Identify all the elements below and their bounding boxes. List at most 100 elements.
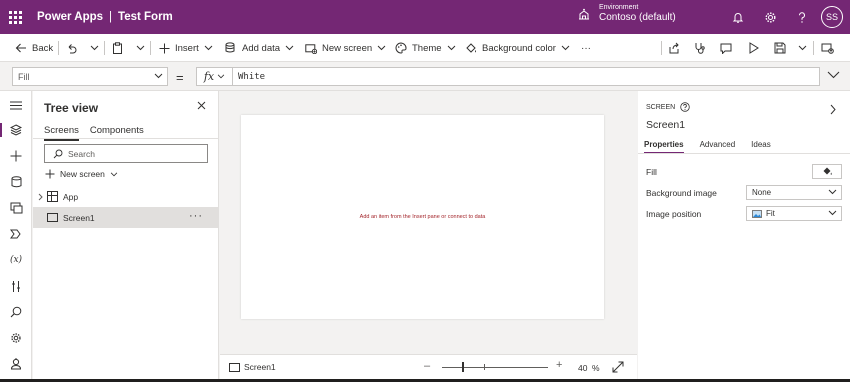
zoom-out-button[interactable]: –: [424, 360, 430, 372]
chevron-down-icon: [217, 74, 225, 79]
new-screen-button[interactable]: New screen: [305, 34, 386, 62]
hamburger-icon: [10, 101, 22, 109]
add-data-button[interactable]: Add data: [225, 34, 294, 62]
image-position-dropdown[interactable]: Fit: [746, 206, 842, 221]
tab-ideas[interactable]: Ideas: [751, 140, 771, 154]
screen-selector[interactable]: Screen1: [229, 362, 276, 372]
insert-rail-button[interactable]: [0, 147, 32, 165]
more-options-button[interactable]: ···: [189, 210, 203, 222]
environment-label: Environment: [599, 4, 639, 11]
tree-view-button[interactable]: [0, 121, 32, 139]
zoom-slider[interactable]: [442, 367, 548, 368]
tab-advanced[interactable]: Advanced: [700, 140, 736, 154]
chevron-down-icon: [110, 172, 118, 176]
paste-button[interactable]: [112, 34, 123, 62]
database-add-icon: [225, 42, 235, 53]
clipboard-icon: [113, 42, 122, 54]
advanced-tools-button[interactable]: [0, 277, 32, 295]
close-tree-view-button[interactable]: [197, 101, 206, 112]
collapse-pane-button[interactable]: [830, 104, 836, 117]
layers-icon: [10, 124, 22, 136]
help-button[interactable]: [794, 9, 810, 25]
chevron-down-icon: [828, 189, 837, 195]
search-icon: [10, 306, 22, 318]
divider: [58, 41, 59, 55]
screen-artboard[interactable]: Add an item from the Insert pane or conn…: [241, 115, 604, 319]
background-color-button[interactable]: Background color: [465, 34, 570, 62]
add-data-label: Add data: [242, 42, 281, 54]
data-button[interactable]: [0, 173, 32, 191]
image-icon: [752, 209, 762, 218]
section-label-text: SCREEN: [646, 103, 676, 111]
power-automate-button[interactable]: [0, 225, 32, 243]
background-color-label: Background color: [482, 42, 556, 54]
formula-editor[interactable]: fx White: [196, 67, 820, 86]
play-icon: [749, 42, 759, 54]
media-button[interactable]: [0, 199, 32, 217]
canvas-area: Add an item from the Insert pane or conn…: [220, 91, 637, 379]
fill-label: Fill: [646, 167, 657, 177]
tree-item-app[interactable]: App: [33, 186, 219, 207]
environment-name: Contoso (default): [599, 12, 676, 24]
search-rail-button[interactable]: [0, 303, 32, 321]
new-screen-tree-label: New screen: [60, 169, 105, 179]
fill-color-picker[interactable]: [812, 164, 842, 179]
divider: [638, 153, 850, 154]
chevron-down-icon: [447, 45, 455, 51]
theme-button[interactable]: Theme: [395, 34, 456, 62]
property-dropdown[interactable]: Fill: [12, 67, 168, 86]
gear-icon: [764, 11, 776, 23]
undo-button[interactable]: [66, 34, 77, 62]
publish-button[interactable]: [821, 34, 834, 62]
notifications-button[interactable]: [730, 9, 746, 25]
divider: [150, 41, 151, 55]
zoom-slider-thumb[interactable]: [462, 362, 464, 372]
environment-picker[interactable]: Environment Contoso (default): [578, 4, 676, 24]
tree-view-panel: Tree view Screens Components Search New …: [33, 91, 219, 379]
app-checker-button[interactable]: [694, 34, 706, 62]
tree-item-screen1[interactable]: Screen1 ···: [33, 207, 219, 228]
app-name: Test Form: [118, 11, 173, 23]
zoom-in-button[interactable]: +: [556, 359, 562, 371]
settings-button[interactable]: [762, 9, 778, 25]
back-button[interactable]: Back: [15, 34, 53, 62]
more-commands-button[interactable]: ···: [581, 34, 591, 62]
comments-button[interactable]: [720, 34, 732, 62]
preview-button[interactable]: [748, 34, 759, 62]
chevron-down-icon: [90, 45, 99, 51]
function-button[interactable]: fx: [197, 68, 233, 85]
paste-dropdown-button[interactable]: [136, 34, 145, 62]
expand-diagonal-icon: [612, 361, 624, 373]
app-launcher-button[interactable]: [0, 10, 30, 24]
command-bar: Back Insert Add data New screen Theme Ba…: [0, 34, 850, 62]
expand-formula-button[interactable]: [827, 71, 840, 81]
settings-rail-button[interactable]: [0, 329, 32, 347]
user-avatar[interactable]: SS: [821, 6, 843, 28]
zoom-value[interactable]: 40: [578, 363, 587, 373]
tree-search-input[interactable]: Search: [44, 144, 208, 163]
variables-button[interactable]: (x): [0, 251, 32, 269]
screen-icon: [47, 213, 58, 222]
chevron-down-icon: [561, 45, 570, 51]
comment-icon: [720, 43, 732, 54]
save-button[interactable]: [774, 34, 786, 62]
virtual-agent-button[interactable]: [0, 355, 32, 373]
tab-properties[interactable]: Properties: [644, 140, 684, 154]
help-icon[interactable]: [680, 102, 690, 112]
fit-to-window-button[interactable]: [612, 361, 624, 375]
menu-button[interactable]: [0, 96, 32, 114]
properties-section-label: SCREEN: [646, 102, 690, 112]
background-image-row: Background image None: [646, 185, 842, 201]
divider: [33, 138, 219, 139]
new-screen-tree-button[interactable]: New screen: [45, 169, 118, 179]
close-icon: [197, 101, 206, 110]
insert-button[interactable]: Insert: [159, 34, 213, 62]
media-icon: [10, 202, 22, 214]
background-image-dropdown[interactable]: None: [746, 185, 842, 200]
save-dropdown-button[interactable]: [798, 34, 807, 62]
arrow-left-icon: [15, 43, 26, 53]
property-value: Fill: [18, 71, 30, 82]
share-button[interactable]: [668, 34, 680, 62]
redo-dropdown-button[interactable]: [90, 34, 99, 62]
paint-bucket-icon: [466, 43, 476, 53]
